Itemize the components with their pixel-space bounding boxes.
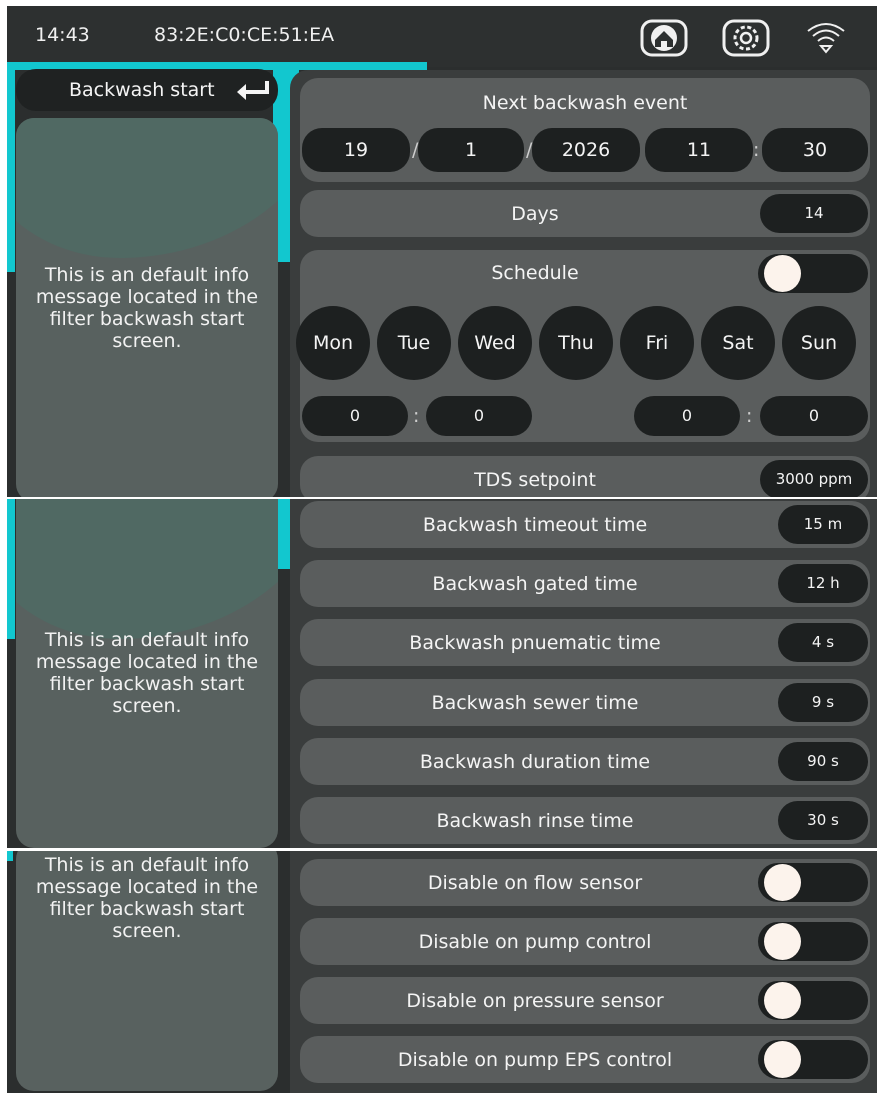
info-panel: This is an default info message located … [16,118,278,497]
day-button-thu[interactable]: Thu [539,306,613,380]
settings-area: Disable on flow sensor Disable on pump c… [290,851,877,1093]
days-label: Days [511,203,559,225]
info-panel: This is an default info message located … [16,851,278,1091]
back-button[interactable]: Backwash start [16,69,278,111]
back-button-label: Backwash start [69,79,215,101]
pneumatic-time-value[interactable]: 4 s [778,623,868,662]
days-row[interactable]: Days 14 [300,190,870,237]
time-separator: : [753,139,760,161]
gated-time-value[interactable]: 12 h [778,564,868,603]
sewer-time-label: Backwash sewer time [431,692,639,714]
rinse-time-value[interactable]: 30 s [778,801,868,840]
schedule-label: Schedule [491,262,579,284]
schedule-end-hour[interactable]: 0 [634,396,740,436]
timeout-time-label: Backwash timeout time [422,514,648,536]
pump-eps-label: Disable on pump EPS control [397,1049,673,1071]
screen-section-1: 14:43 83:2E:C0:CE:51:EA Backwash start T… [7,6,877,497]
schedule-end-minute[interactable]: 0 [760,396,868,436]
pneumatic-time-label: Backwash pnuematic time [409,632,661,654]
toggle-knob [764,1041,801,1078]
pump-eps-toggle[interactable] [758,1040,868,1079]
pump-control-row: Disable on pump control [300,918,870,965]
pump-eps-row: Disable on pump EPS control [300,1036,870,1083]
tds-row[interactable]: TDS setpoint 3000 ppm [300,456,870,497]
time-separator: : [413,405,420,427]
toggle-knob [764,982,801,1019]
duration-time-row[interactable]: Backwash duration time 90 s [300,738,870,785]
rinse-time-row[interactable]: Backwash rinse time 30 s [300,797,870,844]
day-button-tue[interactable]: Tue [377,306,451,380]
settings-area: Backwash timeout time 15 m Backwash gate… [290,499,877,848]
tds-value[interactable]: 3000 ppm [760,460,868,497]
pressure-sensor-toggle[interactable] [758,981,868,1020]
time-separator: : [746,405,753,427]
accent-strip [7,499,15,639]
info-panel: This is an default info message located … [16,499,278,848]
date-day[interactable]: 19 [302,128,410,172]
sewer-time-row[interactable]: Backwash sewer time 9 s [300,679,870,726]
duration-time-value[interactable]: 90 s [778,742,868,781]
toggle-knob [764,923,801,960]
wifi-icon [807,23,845,54]
info-message: This is an default info message located … [35,854,259,942]
duration-time-label: Backwash duration time [419,751,651,773]
flow-sensor-toggle[interactable] [758,863,868,902]
screen-section-2: This is an default info message located … [7,499,877,848]
day-button-sat[interactable]: Sat [701,306,775,380]
gated-time-label: Backwash gated time [432,573,638,595]
clock-time: 14:43 [35,24,90,46]
rinse-time-label: Backwash rinse time [436,810,634,832]
pump-control-label: Disable on pump control [418,931,652,953]
info-panel-shape [16,499,278,639]
pneumatic-time-row[interactable]: Backwash pnuematic time 4 s [300,619,870,666]
home-icon[interactable] [640,19,688,57]
accent-strip [7,62,15,272]
sewer-time-value[interactable]: 9 s [778,683,868,722]
schedule-toggle[interactable] [758,254,868,293]
flow-sensor-row: Disable on flow sensor [300,859,870,906]
time-minute[interactable]: 30 [762,128,868,172]
schedule-row: Schedule Mon Tue Wed Thu Fri Sat Sun 0 :… [296,250,870,442]
days-value[interactable]: 14 [760,194,868,233]
day-button-mon[interactable]: Mon [296,306,370,380]
timeout-time-row[interactable]: Backwash timeout time 15 m [300,501,870,548]
schedule-start-hour[interactable]: 0 [302,396,408,436]
return-arrow-icon [237,81,269,100]
gear-icon[interactable] [722,19,770,57]
timeout-time-value[interactable]: 15 m [778,505,868,544]
date-year[interactable]: 2026 [532,128,640,172]
gated-time-row[interactable]: Backwash gated time 12 h [300,560,870,607]
date-month[interactable]: 1 [418,128,524,172]
toggle-knob [764,864,801,901]
device-id: 83:2E:C0:CE:51:EA [154,24,335,46]
pressure-sensor-label: Disable on pressure sensor [406,990,664,1012]
status-bar: 14:43 83:2E:C0:CE:51:EA [7,6,877,67]
next-event-row: Next backwash event 19 / 1 / 2026 11 : 3… [300,78,870,182]
accent-strip [7,851,13,861]
screen-section-3: This is an default info message located … [7,851,877,1093]
pump-control-toggle[interactable] [758,922,868,961]
info-message: This is an default info message located … [35,264,259,352]
info-message: This is an default info message located … [35,629,259,717]
time-hour[interactable]: 11 [645,128,753,172]
settings-area: Next backwash event 19 / 1 / 2026 11 : 3… [290,70,877,497]
day-button-fri[interactable]: Fri [620,306,694,380]
day-button-sun[interactable]: Sun [782,306,856,380]
pressure-sensor-row: Disable on pressure sensor [300,977,870,1024]
schedule-start-minute[interactable]: 0 [426,396,532,436]
day-button-wed[interactable]: Wed [458,306,532,380]
tds-label: TDS setpoint [474,469,596,491]
flow-sensor-label: Disable on flow sensor [427,872,643,894]
toggle-knob [764,255,801,292]
next-event-title: Next backwash event [482,92,688,114]
info-panel-shape [16,118,278,258]
